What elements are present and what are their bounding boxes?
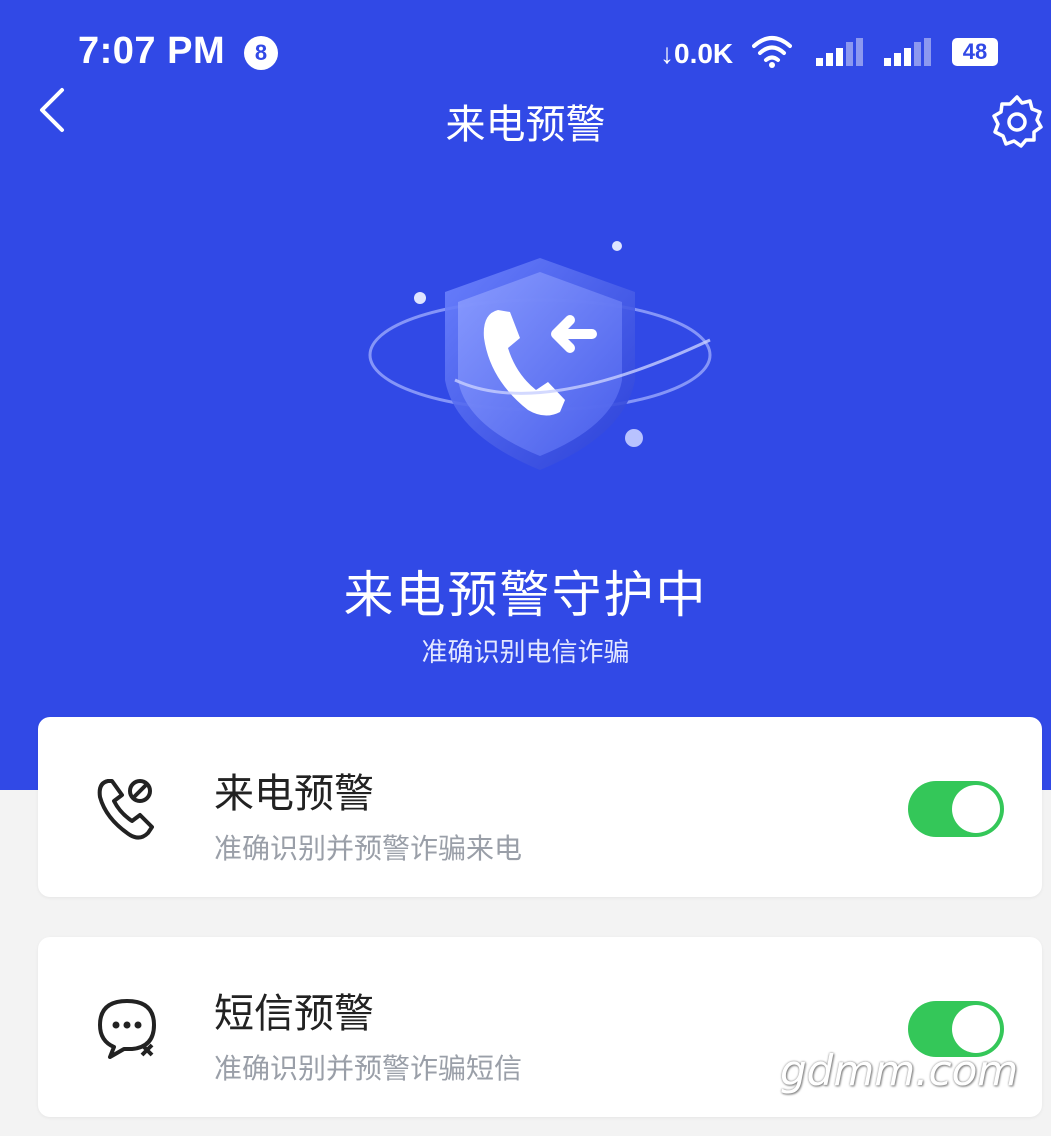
toggle-knob xyxy=(952,785,1000,833)
wifi-icon xyxy=(752,36,792,68)
battery-indicator: 48 xyxy=(952,38,998,66)
signal-icon xyxy=(816,38,863,66)
protection-status-title: 来电预警守护中 xyxy=(343,566,708,624)
phone-block-icon xyxy=(97,779,154,840)
call-warning-card: 来电预警 准确识别并预警诈骗来电 xyxy=(38,717,1042,897)
gear-icon[interactable] xyxy=(990,94,1044,148)
signal-icon-2 xyxy=(884,38,931,66)
protection-status-subtitle: 准确识别电信诈骗 xyxy=(421,638,630,668)
watermark: gdmm.com xyxy=(780,1046,1019,1095)
page-title: 来电预警 xyxy=(445,102,606,148)
sms-block-icon xyxy=(98,999,156,1059)
shield-phone-illustration xyxy=(368,241,712,470)
sms-warning-desc: 准确识别并预警诈骗短信 xyxy=(214,1052,523,1085)
status-time: 7:07 PM xyxy=(78,30,226,72)
hero-banner: 7:07 PM 8 ↓0.0K 48 来电预警 来电预警守护中 准确识别电信诈骗 xyxy=(0,0,1051,790)
call-warning-desc: 准确识别并预警诈骗来电 xyxy=(214,832,523,865)
sms-warning-title: 短信预警 xyxy=(214,991,374,1037)
call-warning-title: 来电预警 xyxy=(214,771,374,817)
call-warning-toggle[interactable] xyxy=(908,781,1004,837)
notification-badge: 8 xyxy=(244,36,278,70)
network-speed: ↓0.0K xyxy=(660,38,734,69)
